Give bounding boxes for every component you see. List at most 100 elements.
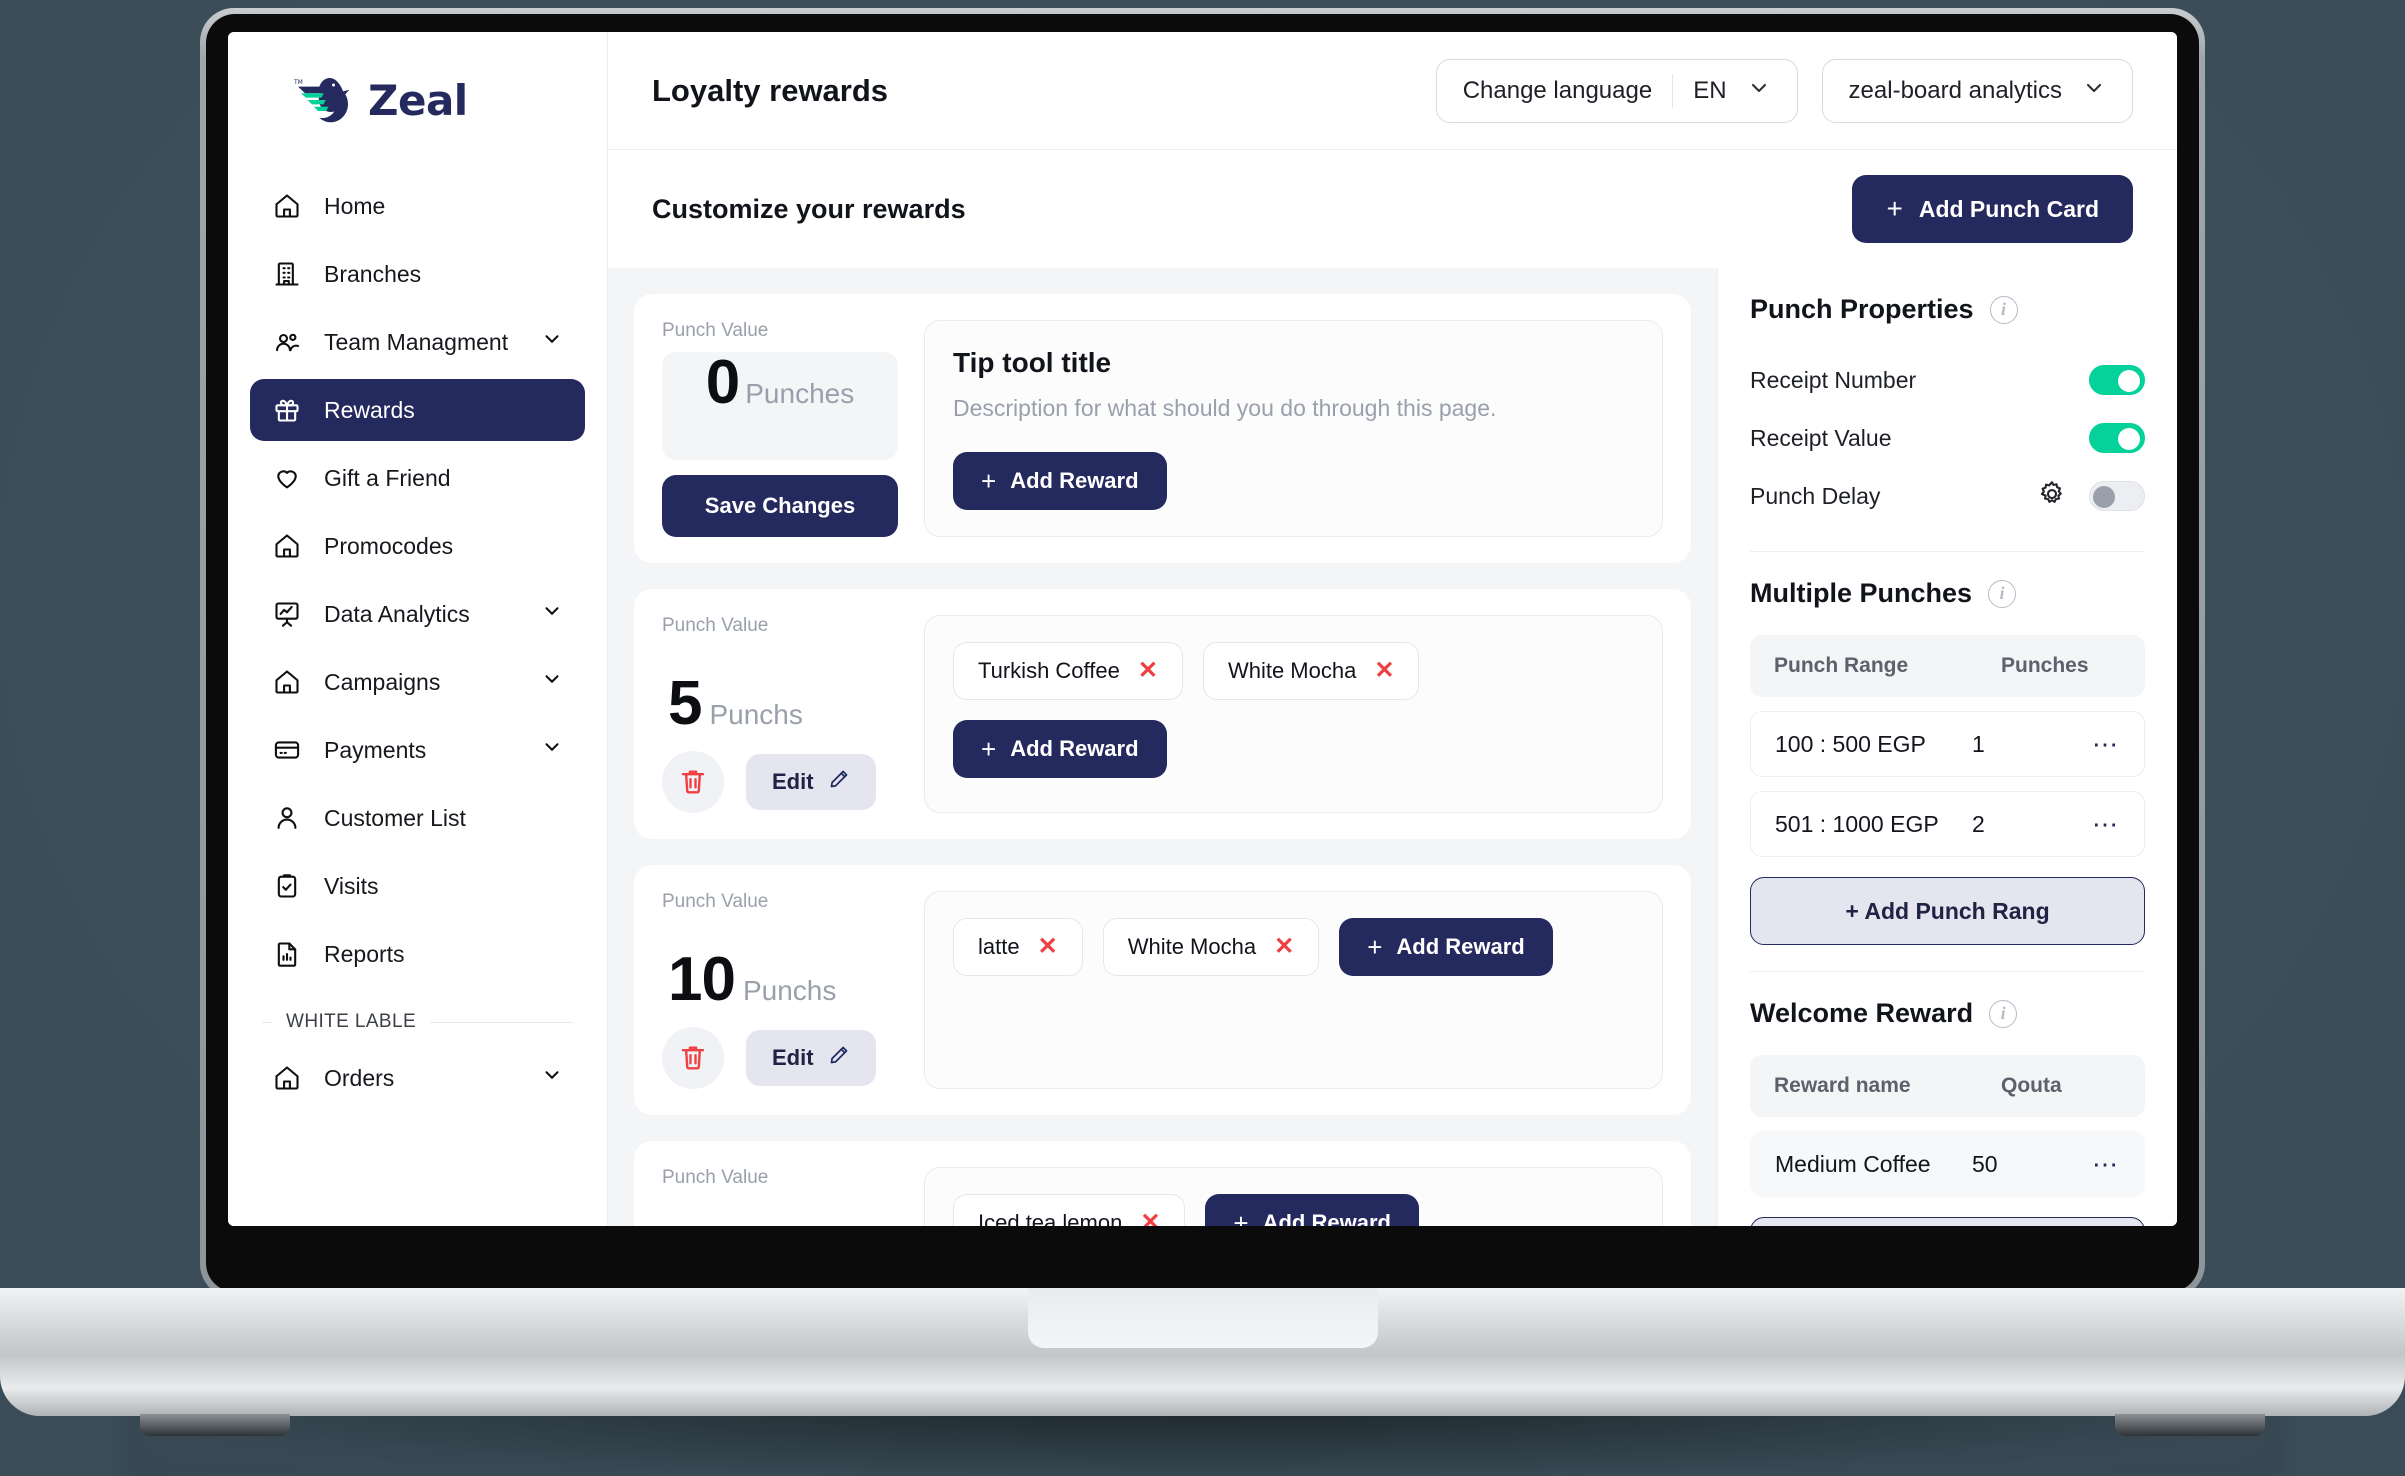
reward-chip[interactable]: White Mocha ✕ [1102, 918, 1320, 976]
sidebar-item-label: Data Analytics [324, 600, 470, 627]
team-icon [272, 327, 302, 357]
sidebar-item-data-analytics[interactable]: Data Analytics [250, 583, 585, 645]
trash-icon [678, 1042, 708, 1075]
chevron-down-icon[interactable] [1747, 76, 1771, 105]
edit-punch-card-button[interactable]: Edit [746, 754, 876, 810]
punch-properties-header: Punch Properties i [1750, 294, 2145, 325]
section-title: Customize your rewards [652, 193, 966, 224]
sidebar-item-rewards[interactable]: Rewards [250, 379, 585, 441]
reward-chip-label: White Mocha [1127, 934, 1257, 959]
property-row-receipt-value: Receipt Value [1750, 409, 2145, 467]
reward-chip[interactable]: Turkish Coffee ✕ [953, 642, 1183, 700]
plus-icon: + [981, 466, 997, 496]
properties-panel: Punch Properties i Receipt Number Receip… [1717, 268, 2177, 1226]
info-icon[interactable]: i [1988, 579, 2017, 608]
punch-delay-toggle[interactable] [2089, 481, 2145, 511]
chevron-down-icon[interactable] [2082, 76, 2106, 105]
separator-line-right [430, 1021, 573, 1023]
sidebar-item-payments[interactable]: Payments [250, 719, 585, 781]
laptop-base-notch [1027, 1288, 1378, 1348]
info-icon[interactable]: i [1989, 295, 2018, 324]
add-welcome-reward-button[interactable]: + Add Welcome Reward [1750, 1217, 2145, 1226]
sidebar-item-visits[interactable]: Visits [250, 855, 585, 917]
sidebar-item-gift-a-friend[interactable]: Gift a Friend [250, 447, 585, 509]
sidebar-item-orders[interactable]: Orders [250, 1047, 585, 1109]
sidebar-item-label: Customer List [324, 804, 466, 831]
home-icon [272, 667, 302, 697]
chevron-down-icon[interactable] [541, 736, 563, 764]
sidebar-item-reports[interactable]: Reports [250, 923, 585, 985]
receipt-number-toggle[interactable] [2089, 365, 2145, 395]
welcome-reward-header: Welcome Reward i [1750, 998, 2145, 1029]
multiple-punches-header: Multiple Punches i [1750, 578, 2145, 609]
add-punch-range-button[interactable]: + Add Punch Rang [1750, 877, 2145, 945]
add-reward-label: Add Reward [1010, 736, 1139, 761]
add-reward-button[interactable]: + Add Reward [953, 720, 1167, 778]
save-changes-button[interactable]: Save Changes [662, 475, 898, 537]
laptop-bezel: TM Zeal Home Branches Team Managment Rew… [206, 14, 2199, 1292]
scene: TM Zeal Home Branches Team Managment Rew… [0, 0, 2405, 1476]
vertical-divider [1672, 73, 1674, 108]
gear-icon[interactable] [2037, 479, 2089, 514]
sidebar-item-branches[interactable]: Branches [250, 243, 585, 305]
sidebar-item-team-managment[interactable]: Team Managment [250, 311, 585, 373]
reward-chip[interactable]: Iced tea lemon ✕ [953, 1194, 1186, 1227]
remove-chip-icon[interactable]: ✕ [1374, 659, 1394, 683]
chevron-down-icon[interactable] [541, 600, 563, 628]
panel-divider [1750, 551, 2145, 552]
remove-chip-icon[interactable]: ✕ [1038, 935, 1058, 959]
chevron-down-icon[interactable] [541, 328, 563, 356]
punch-range-value: 501 : 1000 EGP [1775, 810, 1939, 837]
tip-tool-title: Tip tool title [953, 347, 1112, 378]
sub-header: Customize your rewards + Add Punch Card [608, 150, 2177, 268]
add-reward-button[interactable]: + Add Reward [1205, 1194, 1419, 1226]
sidebar-item-promocodes[interactable]: Promocodes [250, 515, 585, 577]
reward-chip[interactable]: latte ✕ [953, 918, 1083, 976]
panel-title: Multiple Punches [1750, 578, 1973, 608]
remove-chip-icon[interactable]: ✕ [1274, 935, 1294, 959]
panel-title: Punch Properties [1750, 294, 1974, 324]
plus-icon: + [1233, 1208, 1249, 1226]
row-menu-icon[interactable]: ⋯ [2092, 731, 2120, 757]
edit-punch-card-button[interactable]: Edit [746, 1030, 876, 1086]
top-header: Loyalty rewards Change language EN zeal-… [608, 32, 2177, 150]
table-row[interactable]: Medium Coffee 50 ⋯ [1750, 1131, 2145, 1197]
remove-chip-icon[interactable]: ✕ [1140, 1211, 1160, 1227]
reward-chip-label: latte [978, 934, 1020, 959]
row-menu-icon[interactable]: ⋯ [2092, 1151, 2120, 1177]
property-label: Receipt Value [1750, 424, 1892, 451]
sidebar-item-campaigns[interactable]: Campaigns [250, 651, 585, 713]
add-punch-card-button[interactable]: + Add Punch Card [1852, 175, 2133, 243]
sidebar-item-home[interactable]: Home [250, 175, 585, 237]
laptop-foot-right [2115, 1414, 2265, 1436]
reward-chip[interactable]: White Mocha ✕ [1202, 642, 1420, 700]
language-selector[interactable]: Change language EN [1435, 58, 1798, 123]
clipboard-check-icon [272, 871, 302, 901]
info-icon[interactable]: i [1989, 999, 2018, 1028]
reward-panel: Tip tool title Description for what shou… [924, 320, 1663, 537]
edit-label: Edit [772, 769, 814, 794]
white-label-separator: WHITE LABLE [228, 985, 607, 1047]
delete-punch-card-button[interactable] [662, 751, 724, 813]
add-reward-label: Add Reward [1262, 1210, 1391, 1226]
chevron-down-icon[interactable] [541, 668, 563, 696]
chevron-down-icon[interactable] [541, 1064, 563, 1092]
remove-chip-icon[interactable]: ✕ [1138, 659, 1158, 683]
punch-value-label: Punch Value [662, 891, 769, 912]
row-menu-icon[interactable]: ⋯ [2092, 811, 2120, 837]
property-label: Receipt Number [1750, 366, 1917, 393]
table-row[interactable]: 100 : 500 EGP 1 ⋯ [1750, 711, 2145, 777]
toggle-knob [2093, 486, 2115, 508]
card-icon [272, 735, 302, 765]
sidebar-item-customer-list[interactable]: Customer List [250, 787, 585, 849]
punch-card-left: Punch Value 0 Punches Save Changes [662, 320, 898, 537]
receipt-value-toggle[interactable] [2089, 423, 2145, 453]
building-icon [272, 259, 302, 289]
add-reward-button[interactable]: + Add Reward [1339, 918, 1553, 976]
table-row[interactable]: 501 : 1000 EGP 2 ⋯ [1750, 791, 2145, 857]
column-header-reward-name: Reward name [1774, 1074, 1911, 1097]
delete-punch-card-button[interactable] [662, 1027, 724, 1089]
workspace-selector[interactable]: zeal-board analytics [1821, 58, 2133, 123]
sidebar-item-label: Payments [324, 736, 427, 763]
add-reward-button[interactable]: + Add Reward [953, 452, 1167, 510]
